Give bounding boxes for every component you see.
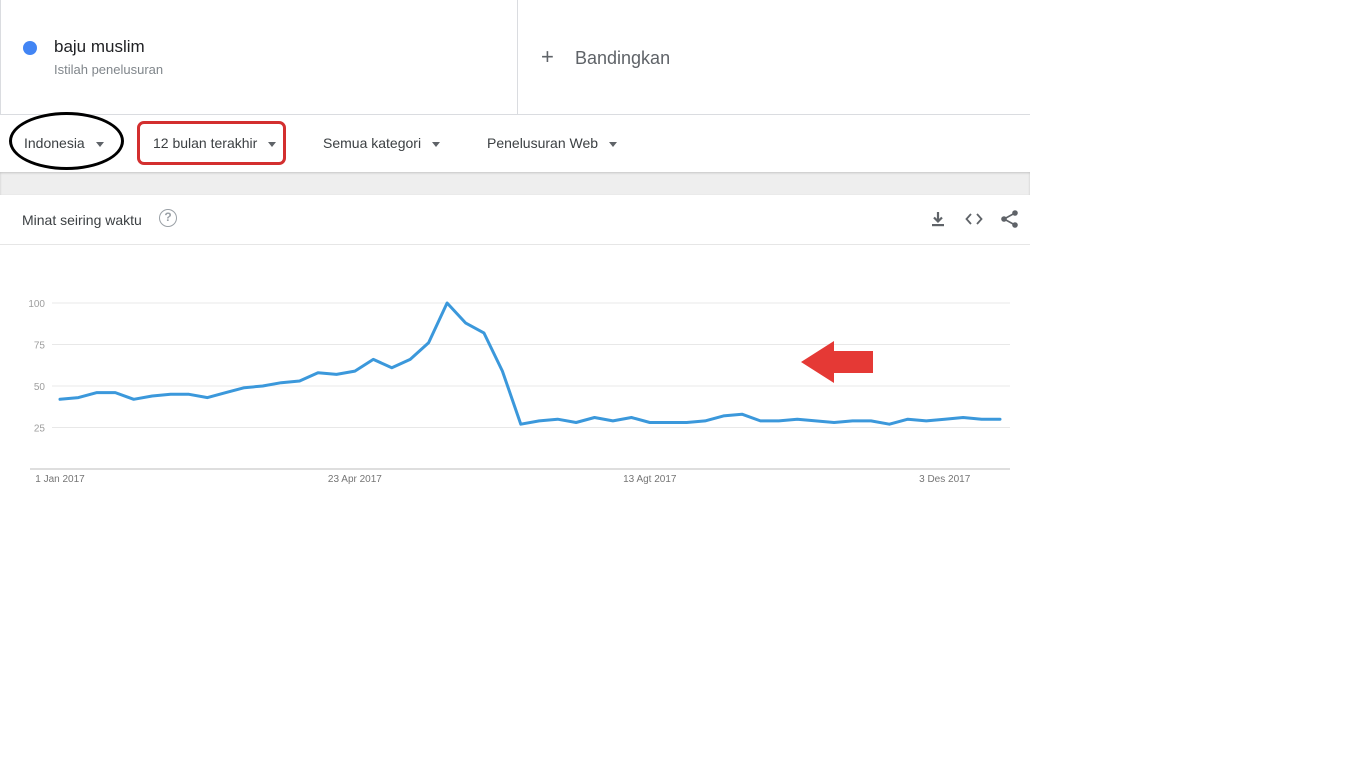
share-icon[interactable] — [999, 208, 1021, 230]
caret-down-icon — [95, 141, 104, 147]
term-name: baju muslim — [54, 37, 145, 56]
caret-down-icon — [432, 141, 441, 147]
compare-label: Bandingkan — [575, 48, 671, 68]
x-tick-label: 3 Des 2017 — [919, 474, 971, 485]
caret-down-icon — [609, 141, 618, 147]
category-dropdown[interactable]: Semua kategori — [323, 135, 441, 151]
section-divider — [0, 172, 1030, 195]
compare-button[interactable]: + Bandingkan — [519, 0, 1030, 114]
card-header: Minat seiring waktu ? — [0, 195, 1030, 245]
y-tick-label: 25 — [34, 424, 46, 435]
caret-down-icon — [268, 141, 277, 147]
search-term-card[interactable]: baju muslim Istilah penelusuran — [0, 0, 518, 114]
x-tick-label: 1 Jan 2017 — [35, 474, 85, 485]
category-label: Semua kategori — [323, 135, 422, 151]
y-tick-label: 100 — [28, 299, 45, 310]
plus-icon: + — [541, 44, 554, 69]
time-range-label: 12 bulan terakhir — [153, 135, 258, 151]
filter-bar: Indonesia 12 bulan terakhir Semua katego… — [0, 115, 1030, 172]
search-term-row: baju muslim Istilah penelusuran + Bandin… — [0, 0, 1030, 115]
region-label: Indonesia — [24, 135, 85, 151]
search-type-dropdown[interactable]: Penelusuran Web — [487, 135, 618, 151]
x-tick-label: 13 Agt 2017 — [623, 474, 677, 485]
download-icon[interactable] — [927, 208, 949, 230]
x-tick-label: 23 Apr 2017 — [328, 474, 382, 485]
annotation-arrow — [801, 341, 873, 383]
card-title: Minat seiring waktu — [22, 212, 142, 228]
search-type-label: Penelusuran Web — [487, 135, 599, 151]
region-dropdown[interactable]: Indonesia — [24, 135, 104, 151]
help-icon[interactable]: ? — [159, 209, 177, 227]
time-range-dropdown[interactable]: 12 bulan terakhir — [153, 135, 277, 151]
term-color-dot — [23, 41, 37, 55]
term-subtitle: Istilah penelusuran — [54, 62, 164, 77]
embed-icon[interactable] — [963, 208, 985, 230]
y-tick-label: 75 — [34, 341, 46, 352]
y-tick-label: 50 — [34, 382, 46, 393]
trends-app: baju muslim Istilah penelusuran + Bandin… — [0, 0, 1030, 768]
